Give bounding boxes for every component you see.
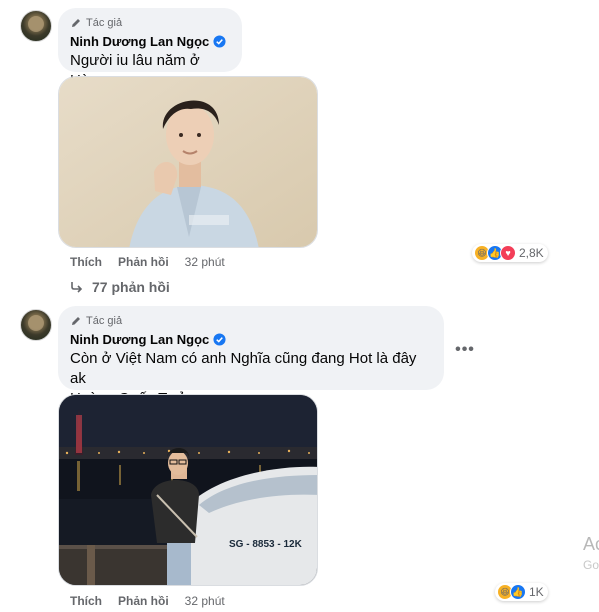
reaction-summary[interactable]: 😆 👍 ♥ 2,8K xyxy=(472,244,548,262)
love-icon: ♥ xyxy=(500,245,516,261)
watermark-text: Ac xyxy=(583,534,599,554)
like-button[interactable]: Thích xyxy=(70,255,102,269)
author-badge: Tác giả xyxy=(70,314,432,328)
author-avatar[interactable] xyxy=(20,10,52,42)
reaction-count: 1K xyxy=(529,585,544,599)
night-boat-photo: SG - 8853 - 12K xyxy=(59,395,317,585)
like-icon: 👍 xyxy=(510,584,526,600)
comment-photo[interactable] xyxy=(58,76,318,248)
comment-actions: Thích Phản hồi 32 phút xyxy=(70,594,225,608)
author-badge-label: Tác giả xyxy=(86,17,123,29)
author-avatar[interactable] xyxy=(20,309,52,341)
comment-text-line-1: Còn ở Việt Nam có anh Nghĩa cũng đang Ho… xyxy=(70,350,417,387)
reply-button[interactable]: Phản hồi xyxy=(118,594,169,608)
reaction-count: 2,8K xyxy=(519,246,544,260)
comment-actions: Thích Phản hồi 32 phút xyxy=(70,255,225,269)
watermark-subtext: Go xyxy=(583,558,599,572)
comment-bubble: Tác giả Ninh Dương Lan Ngọc Người iu lâu… xyxy=(58,8,242,89)
author-name[interactable]: Ninh Dương Lan Ngọc xyxy=(70,332,209,347)
reply-arrow-icon xyxy=(71,282,83,293)
comment-timestamp[interactable]: 32 phút xyxy=(185,255,225,269)
like-button[interactable]: Thích xyxy=(70,594,102,608)
pencil-icon xyxy=(72,317,80,325)
author-badge-label: Tác giả xyxy=(86,315,123,327)
author-name[interactable]: Ninh Dương Lan Ngọc xyxy=(70,34,209,49)
pencil-icon xyxy=(72,19,80,27)
comment-timestamp[interactable]: 32 phút xyxy=(185,594,225,608)
verified-icon xyxy=(213,35,226,48)
comment-photo[interactable]: SG - 8853 - 12K xyxy=(58,394,318,586)
more-options-button[interactable]: ••• xyxy=(453,338,477,362)
author-badge: Tác giả xyxy=(70,16,230,30)
replies-label: 77 phản hồi xyxy=(92,279,170,295)
view-replies-link[interactable]: 77 phản hồi xyxy=(70,279,170,295)
portrait-image xyxy=(59,77,317,247)
verified-icon xyxy=(213,333,226,346)
boat-registration-text: SG - 8853 - 12K xyxy=(229,539,303,550)
reply-button[interactable]: Phản hồi xyxy=(118,255,169,269)
comment-bubble: Tác giả Ninh Dương Lan Ngọc Còn ở Việt N… xyxy=(58,306,444,407)
reaction-summary[interactable]: 😆 👍 1K xyxy=(495,583,548,601)
